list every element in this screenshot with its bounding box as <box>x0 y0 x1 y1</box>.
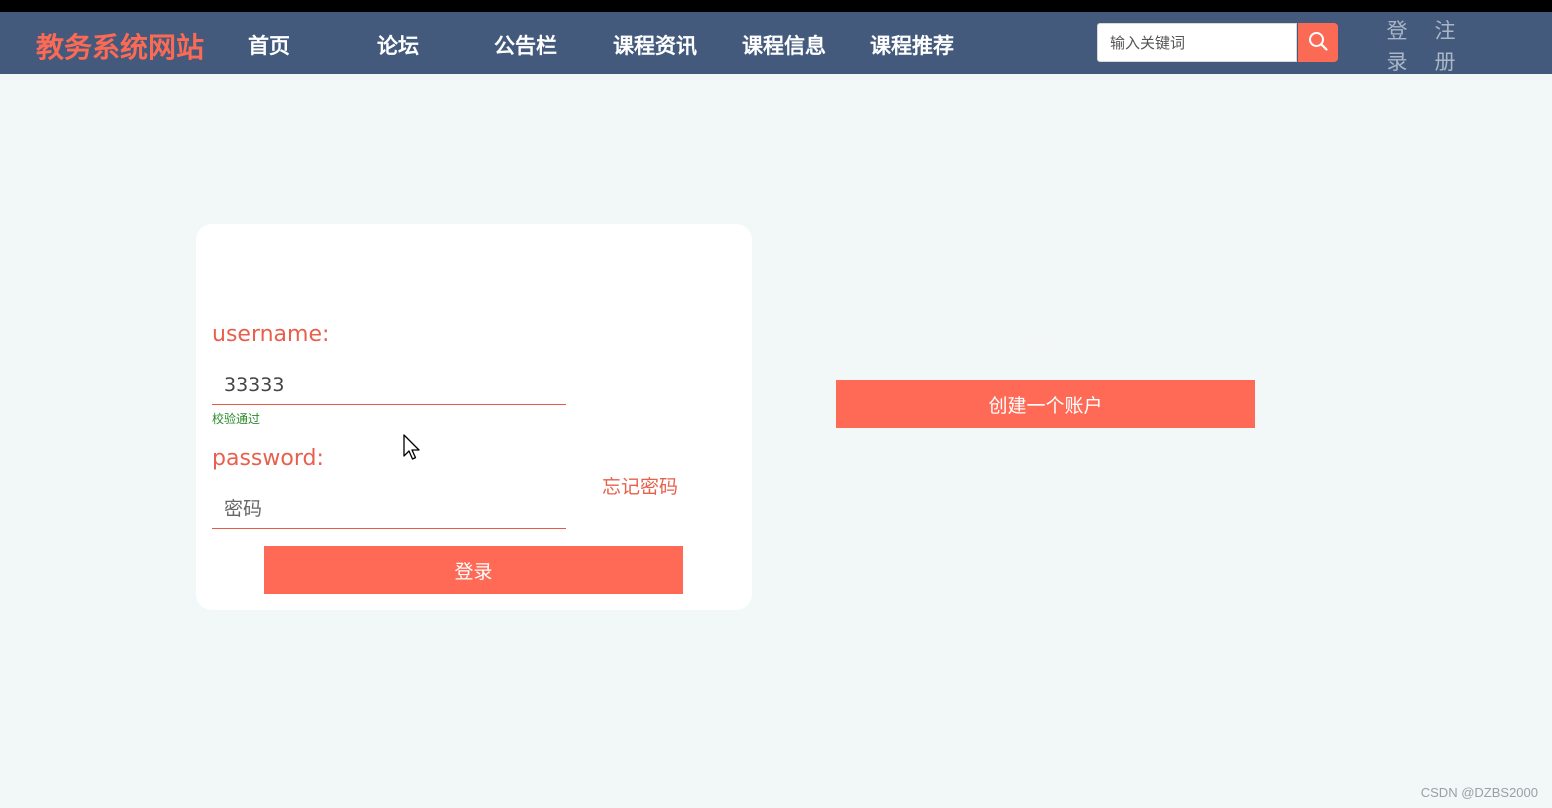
register-link[interactable]: 注册 <box>1433 16 1457 78</box>
nav-notice-board[interactable]: 公告栏 <box>494 30 557 60</box>
search-input[interactable] <box>1097 23 1297 62</box>
nav-home[interactable]: 首页 <box>248 30 290 60</box>
nav-forum[interactable]: 论坛 <box>377 30 419 60</box>
password-input[interactable] <box>212 489 566 529</box>
window-top-strip <box>0 0 1552 12</box>
username-input[interactable] <box>212 365 566 405</box>
site-logo[interactable]: 教务系统网站 <box>36 26 204 66</box>
top-navbar: 教务系统网站 首页 论坛 公告栏 课程资讯 课程信息 课程推荐 登录 注册 <box>0 12 1552 74</box>
search-button[interactable] <box>1298 23 1338 62</box>
no-account-prompt: 没有账户? <box>1002 336 1089 358</box>
create-account-button[interactable]: 创建一个账户 <box>836 380 1255 428</box>
password-label: password: <box>212 446 324 471</box>
nav-course-info[interactable]: 课程信息 <box>742 30 826 60</box>
nav-course-recommend[interactable]: 课程推荐 <box>870 30 954 60</box>
login-link[interactable]: 登录 <box>1385 16 1409 78</box>
nav-course-news[interactable]: 课程资讯 <box>613 30 697 60</box>
username-validation-message: 校验通过 <box>212 412 261 426</box>
login-card: username: 校验通过 password: 忘记密码 登录 <box>196 224 752 610</box>
login-button[interactable]: 登录 <box>264 546 683 594</box>
mouse-cursor-icon <box>403 434 421 466</box>
username-label: username: <box>212 322 330 347</box>
watermark: CSDN @DZBS2000 <box>1420 785 1538 800</box>
forgot-password-link[interactable]: 忘记密码 <box>602 472 678 499</box>
search-icon <box>1307 30 1329 56</box>
